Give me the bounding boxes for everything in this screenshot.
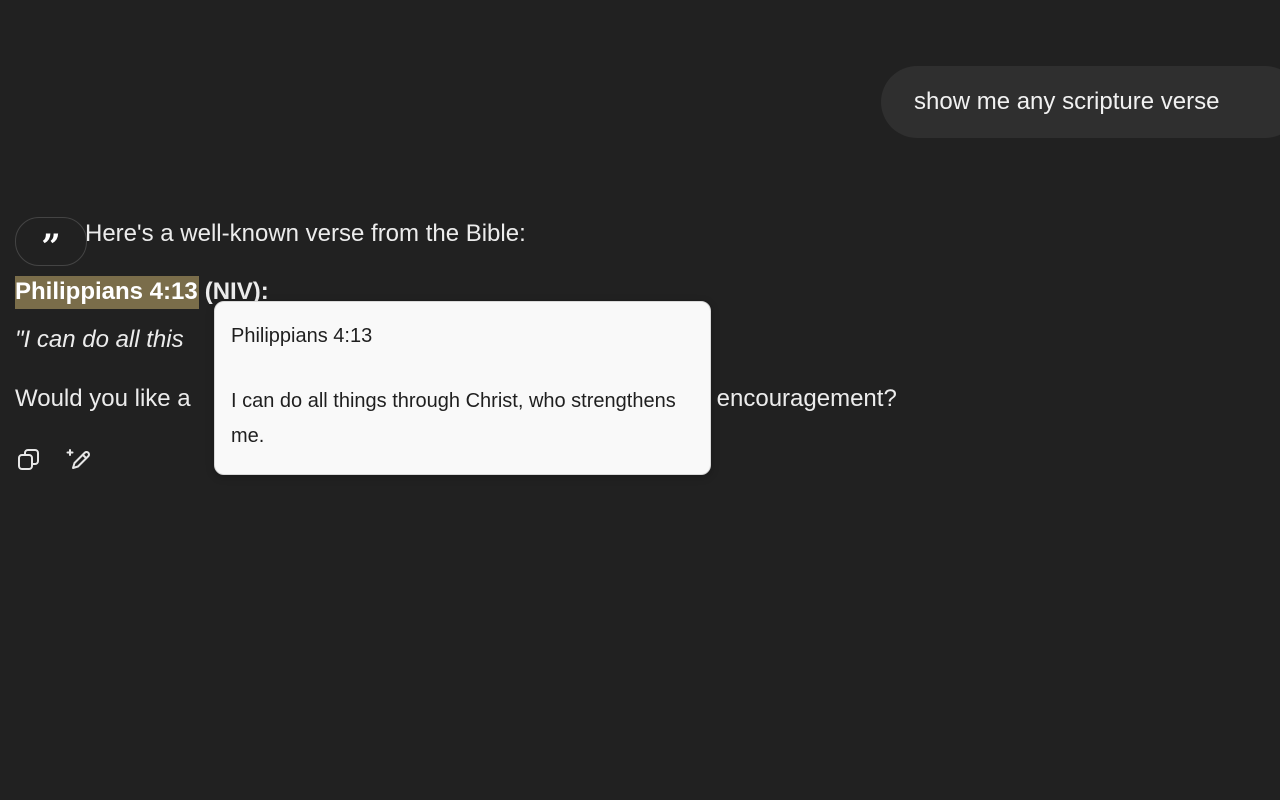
user-message-bubble: show me any scripture verse [881, 66, 1280, 138]
tooltip-text: I can do all things through Christ, who … [231, 390, 676, 447]
user-message-text: show me any scripture verse [914, 88, 1220, 115]
message-actions [15, 446, 93, 474]
assistant-intro: Here's a well-known verse from the Bible… [85, 220, 526, 247]
tooltip-title: Philippians 4:13 [231, 325, 373, 347]
edit-button[interactable] [65, 446, 93, 474]
verse-tooltip: Philippians 4:13 I can do all things thr… [214, 301, 711, 475]
copy-button[interactable] [15, 446, 43, 474]
follow-up-question-start: Would you like a [15, 385, 191, 412]
follow-up-question-end: r encouragement? [702, 385, 897, 412]
quote-button[interactable]: ” [15, 217, 87, 266]
verse-reference[interactable]: Philippians 4:13 [15, 276, 199, 309]
chat-stage: show me any scripture verse ” Here's a w… [0, 0, 1280, 800]
edit-pen-icon [66, 449, 90, 469]
copy-icon [18, 449, 39, 470]
quote-icon: ” [41, 226, 61, 267]
verse-quote: "I can do all this [15, 326, 184, 353]
